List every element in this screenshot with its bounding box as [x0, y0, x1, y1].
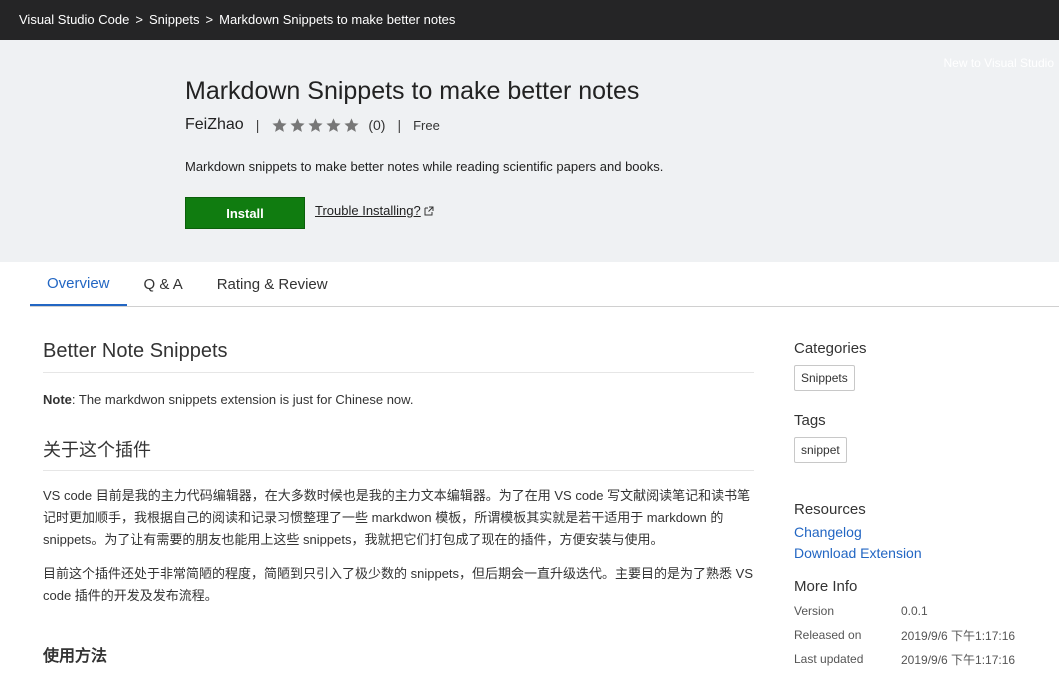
category-chip-snippets[interactable]: Snippets: [794, 365, 855, 391]
note-label: Note: [43, 392, 72, 407]
rating-stars[interactable]: [271, 117, 361, 134]
status-paragraph: 目前这个插件还处于非常简陋的程度，简陋到只引入了极少数的 snippets，但后…: [43, 566, 753, 603]
info-key: Version: [794, 604, 835, 618]
breadcrumb-separator: >: [135, 12, 143, 27]
install-button[interactable]: Install: [185, 197, 305, 229]
star-icon: [308, 117, 323, 132]
info-row-version: Version 0.0.1: [794, 599, 1044, 623]
tag-chip-snippet[interactable]: snippet: [794, 437, 847, 463]
content-heading: Better Note Snippets: [43, 340, 754, 373]
breadcrumb-snippets-link[interactable]: Snippets: [149, 12, 200, 27]
star-icon: [290, 117, 305, 132]
more-info-title: More Info: [794, 578, 858, 595]
extension-header: New to Visual Studio Markdown Snippets t…: [0, 40, 1059, 262]
categories-title: Categories: [794, 340, 867, 357]
breadcrumb: Visual Studio Code > Snippets > Markdown…: [19, 12, 455, 27]
info-row-last-updated: Last updated 2019/9/6 下午1:17:16: [794, 647, 1044, 671]
extension-description: Markdown snippets to make better notes w…: [185, 159, 664, 174]
changelog-link[interactable]: Changelog: [794, 524, 1044, 540]
top-nav-bar: Visual Studio Code > Snippets > Markdown…: [0, 0, 1059, 40]
breadcrumb-separator: >: [205, 12, 214, 27]
tab-qa[interactable]: Q & A: [127, 262, 200, 306]
usage-heading: 使用方法: [43, 646, 108, 665]
trouble-installing-label: Trouble Installing?: [315, 203, 421, 218]
tab-overview[interactable]: Overview: [30, 262, 127, 306]
section-heading: 关于这个插件: [43, 436, 754, 471]
extension-meta: FeiZhao | (0) | Free: [185, 116, 440, 134]
external-link-icon: [424, 206, 434, 215]
info-value: 2019/9/6 下午1:17:16: [901, 652, 1016, 667]
star-icon: [344, 117, 359, 132]
price-label: Free: [413, 117, 440, 133]
note-text: : The markdwon snippets extension is jus…: [71, 392, 414, 407]
info-key: Released on: [794, 628, 862, 642]
trouble-installing-link[interactable]: Trouble Installing?: [315, 203, 434, 218]
breadcrumb-vscode-link[interactable]: Visual Studio Code: [19, 12, 129, 27]
overview-content: Better Note Snippets Note: The markdwon …: [43, 325, 754, 666]
download-extension-link[interactable]: Download Extension: [794, 545, 1044, 561]
info-row-released: Released on 2019/9/6 下午1:17:16: [794, 623, 1044, 647]
tab-rating-review[interactable]: Rating & Review: [200, 262, 345, 306]
note-paragraph: Note: The markdwon snippets extension is…: [43, 392, 754, 407]
star-icon: [272, 117, 287, 132]
info-value: 2019/9/6 下午1:17:16: [901, 628, 1016, 643]
more-info-table: Version 0.0.1 Released on 2019/9/6 下午1:1…: [794, 599, 1044, 671]
intro-paragraph: VS code 目前是我的主力代码编辑器，在大多数时候也是我的主力文本编辑器。为…: [43, 488, 751, 547]
info-key: Last updated: [794, 652, 864, 666]
rating-count[interactable]: (0): [368, 117, 385, 133]
sidebar: Categories Snippets Tags snippet Resourc…: [794, 340, 1044, 671]
info-value: 0.0.1: [901, 604, 928, 618]
star-icon: [326, 117, 341, 132]
tags-title: Tags: [794, 412, 826, 429]
new-to-vs-link[interactable]: New to Visual Studio: [943, 56, 1054, 70]
breadcrumb-current-page[interactable]: Markdown Snippets to make better notes: [219, 12, 455, 27]
extension-title: Markdown Snippets to make better notes: [185, 77, 640, 105]
publisher-name[interactable]: FeiZhao: [185, 116, 244, 134]
tab-bar: Overview Q & A Rating & Review: [30, 262, 1059, 307]
resources-title: Resources: [794, 501, 866, 518]
